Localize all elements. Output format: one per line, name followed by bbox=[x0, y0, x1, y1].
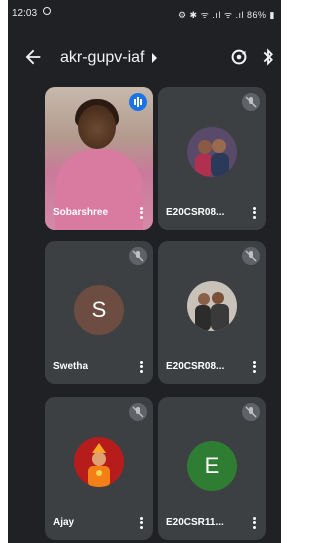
participant-name: E20CSR08... bbox=[166, 361, 225, 372]
app-bar: akr-gupv-iaf bbox=[8, 40, 281, 80]
participant-name: Swetha bbox=[53, 361, 89, 372]
speaking-indicator-icon bbox=[129, 93, 147, 111]
more-options-icon[interactable] bbox=[139, 515, 143, 531]
avatar: E bbox=[187, 441, 237, 491]
status-indicators: ⚙ ✱ ᯤ .ıl ᯤ .ıl 86% ▮ bbox=[177, 10, 275, 20]
mic-off-icon bbox=[242, 247, 260, 265]
mic-off-icon bbox=[129, 403, 147, 421]
participant-tile[interactable]: E20CSR08... bbox=[158, 87, 266, 230]
switch-camera-icon[interactable] bbox=[228, 46, 250, 68]
more-options-icon[interactable] bbox=[139, 359, 143, 375]
more-options-icon[interactable] bbox=[252, 359, 256, 375]
bluetooth-audio-icon[interactable] bbox=[260, 46, 276, 68]
participant-tile[interactable]: E E20CSR11... bbox=[158, 397, 266, 540]
participant-tile[interactable]: Ajay bbox=[45, 397, 153, 540]
more-options-icon[interactable] bbox=[139, 205, 143, 221]
meet-screen: 12:03 ⚙ ✱ ᯤ .ıl ᯤ .ıl 86% ▮ akr-gupv-iaf bbox=[8, 0, 281, 543]
back-arrow-icon[interactable] bbox=[22, 46, 44, 68]
chevron-right-icon[interactable] bbox=[152, 53, 157, 63]
avatar bbox=[74, 437, 124, 487]
mic-off-icon bbox=[129, 247, 147, 265]
mic-off-icon bbox=[242, 93, 260, 111]
meeting-code-title[interactable]: akr-gupv-iaf bbox=[60, 49, 144, 67]
participant-tile[interactable]: Sobarshree bbox=[45, 87, 153, 230]
status-bar: 12:03 ⚙ ✱ ᯤ .ıl ᯤ .ıl 86% ▮ bbox=[8, 0, 281, 30]
avatar: S bbox=[74, 285, 124, 335]
avatar bbox=[187, 281, 237, 331]
participant-name: E20CSR11... bbox=[166, 517, 224, 528]
more-options-icon[interactable] bbox=[252, 515, 256, 531]
participant-name: Sobarshree bbox=[53, 207, 109, 218]
participant-name: Ajay bbox=[53, 517, 75, 528]
participant-name: E20CSR08... bbox=[166, 207, 225, 218]
participant-tile[interactable]: E20CSR08... bbox=[158, 241, 266, 384]
status-time: 12:03 bbox=[12, 8, 38, 19]
avatar bbox=[187, 127, 237, 177]
participant-tile[interactable]: S Swetha bbox=[45, 241, 153, 384]
more-options-icon[interactable] bbox=[252, 205, 256, 221]
sync-icon bbox=[43, 7, 51, 15]
mic-off-icon bbox=[242, 403, 260, 421]
